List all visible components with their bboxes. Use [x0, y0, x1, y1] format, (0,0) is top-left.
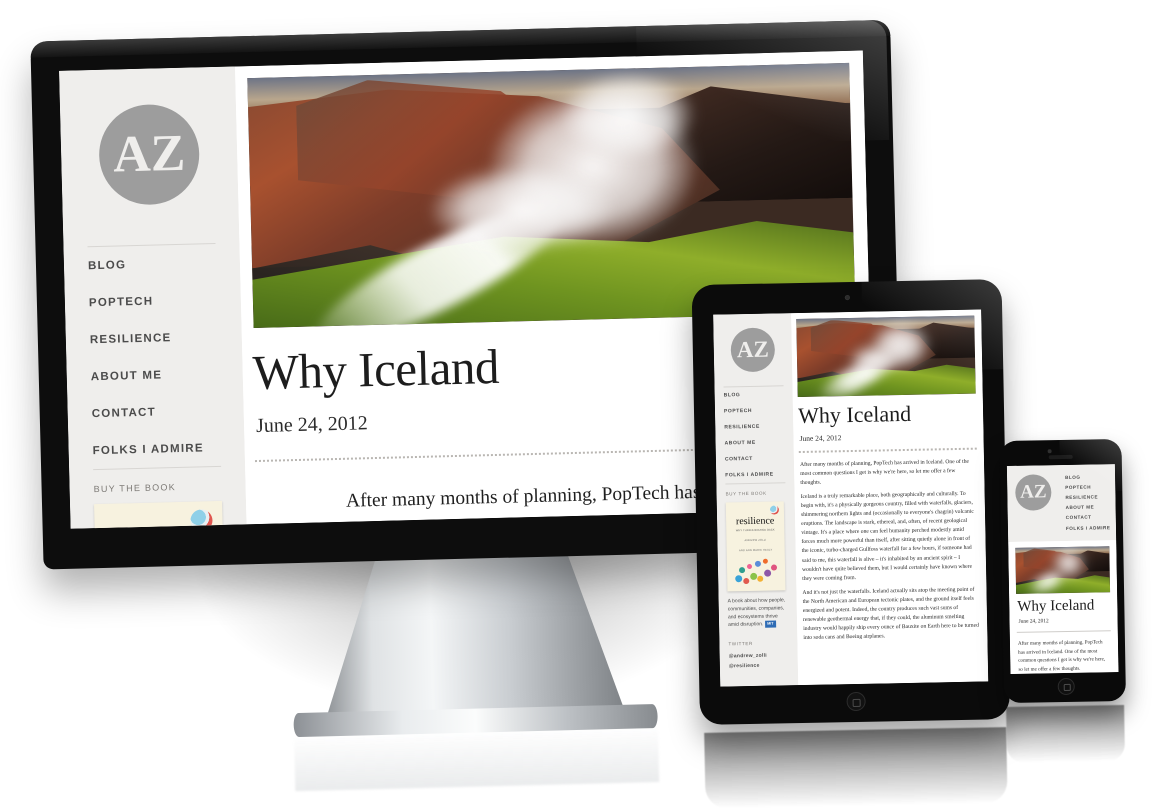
twitter-kicker: TWITTER: [728, 640, 753, 646]
sidebar-item-folks-i-admire[interactable]: FOLKS I ADMIRE: [725, 466, 785, 483]
book-title: resilience: [735, 515, 775, 528]
page-title: Why Iceland: [1017, 597, 1095, 615]
sidebar-item-contact[interactable]: CONTACT: [725, 450, 785, 467]
desktop-sidebar: AZ BLOG POPTECH RESILIENCE ABOUT ME CONT…: [59, 66, 247, 529]
book-subtitle: WHY THINGS BOUNCE BACK: [735, 528, 775, 533]
phone-content: Why Iceland June 24, 2012 After many mon…: [1008, 540, 1119, 674]
post-date: June 24, 2012: [799, 433, 842, 444]
logo-monogram: AZ: [1019, 481, 1047, 504]
post-hero-image: [1015, 546, 1111, 594]
post-paragraph: After many months of planning, PopTech h…: [1017, 639, 1106, 673]
twitter-section: TWITTER @andrew_zolli @resilience: [728, 640, 789, 671]
book-cover-card[interactable]: resilience: [94, 500, 228, 529]
site-logo-icon[interactable]: AZ: [1015, 474, 1052, 511]
poptech-link[interactable]: PopTech: [873, 460, 893, 466]
post-paragraph: Iceland is a truly remarkable place, bot…: [800, 491, 974, 582]
sidebar-item-about-me[interactable]: ABOUT ME: [90, 355, 219, 395]
tablet-camera-icon: [844, 295, 850, 301]
poptech-link[interactable]: PopTech: [1085, 639, 1103, 645]
poptech-link[interactable]: PopTech: [601, 483, 669, 506]
site-logo-icon[interactable]: AZ: [97, 103, 201, 206]
tablet-device: AZ BLOG POPTECH RESILIENCE ABOUT ME CONT…: [691, 279, 1010, 809]
phone-site: AZ BLOG POPTECH RESILIENCE ABOUT ME CONT…: [1006, 464, 1119, 674]
book-blurb: A book about how people, communities, co…: [728, 597, 789, 630]
nav-rule-bottom: [725, 482, 786, 485]
book-author-secondary: AND ANN MARIE HEALY: [738, 548, 773, 553]
desktop-nav[interactable]: BLOG POPTECH RESILIENCE ABOUT ME CONTACT…: [88, 244, 222, 469]
phone-camera-icon: [1047, 449, 1052, 454]
tablet-nav-wrap: BLOG POPTECH RESILIENCE ABOUT ME CONTACT…: [723, 385, 786, 485]
buy-the-book-kicker: BUY THE BOOK: [93, 482, 177, 495]
site-logo-icon[interactable]: AZ: [730, 327, 776, 373]
responsive-device-showcase: AZ BLOG POPTECH RESILIENCE ABOUT ME CONT…: [0, 0, 1170, 809]
sidebar-item-poptech[interactable]: POPTECH: [88, 281, 217, 321]
phone-device: AZ BLOG POPTECH RESILIENCE ABOUT ME CONT…: [999, 438, 1126, 764]
post-date: June 24, 2012: [1018, 618, 1049, 625]
post-paragraph: And it's not just the waterfalls. Icelan…: [802, 586, 979, 641]
book-cover-dots: [733, 558, 779, 585]
book-blurb-text: A book about how people, communities, co…: [727, 597, 786, 629]
logo-monogram: AZ: [736, 336, 770, 362]
sidebar-item-blog[interactable]: BLOG: [724, 386, 784, 403]
sidebar-item-folks-i-admire[interactable]: FOLKS I ADMIRE: [92, 429, 221, 469]
phone-screen: AZ BLOG POPTECH RESILIENCE ABOUT ME CONT…: [1006, 464, 1119, 674]
sidebar-item-resilience[interactable]: RESILIENCE: [724, 418, 784, 435]
phone-home-button[interactable]: [1057, 677, 1075, 696]
book-author: ANDREW ZOLLI: [744, 538, 767, 543]
tablet-home-button[interactable]: [845, 691, 866, 712]
sidebar-item-contact[interactable]: CONTACT: [91, 392, 220, 432]
publisher-badge: MIT: [764, 620, 777, 628]
tablet-reflection: [704, 727, 1008, 809]
desktop-nav-wrap: BLOG POPTECH RESILIENCE ABOUT ME CONTACT…: [87, 242, 222, 471]
tablet-nav[interactable]: BLOG POPTECH RESILIENCE ABOUT ME CONTACT…: [724, 386, 786, 483]
sidebar-item-blog[interactable]: BLOG: [88, 244, 217, 284]
sidebar-item-poptech[interactable]: POPTECH: [724, 402, 784, 419]
post-body: After many months of planning, PopTech h…: [794, 449, 988, 643]
logo-monogram: AZ: [112, 124, 187, 184]
sidebar-item-resilience[interactable]: RESILIENCE: [89, 318, 218, 358]
twitter-handle-resilience[interactable]: @resilience: [729, 660, 789, 671]
book-cover-card[interactable]: resilience WHY THINGS BOUNCE BACK ANDREW…: [725, 501, 786, 592]
sidebar-item-about-me[interactable]: ABOUT ME: [724, 434, 784, 451]
tablet-screen-glare: [861, 279, 1004, 372]
post-paragraph: After many months of planning, PopTech h…: [799, 458, 970, 487]
sidebar-item-folks-i-admire[interactable]: FOLKS I ADMIRE: [1066, 522, 1111, 533]
tablet-sidebar: AZ BLOG POPTECH RESILIENCE ABOUT ME CONT…: [713, 313, 799, 687]
phone-screen-glare: [1059, 438, 1123, 493]
phone-reflection: [1006, 704, 1126, 764]
book-badge-icon: [769, 505, 780, 515]
buy-the-book-kicker: BUY THE BOOK: [725, 490, 767, 497]
page-title: Why Iceland: [797, 400, 912, 429]
post-body: After many months of planning, PopTech h…: [1017, 631, 1112, 674]
